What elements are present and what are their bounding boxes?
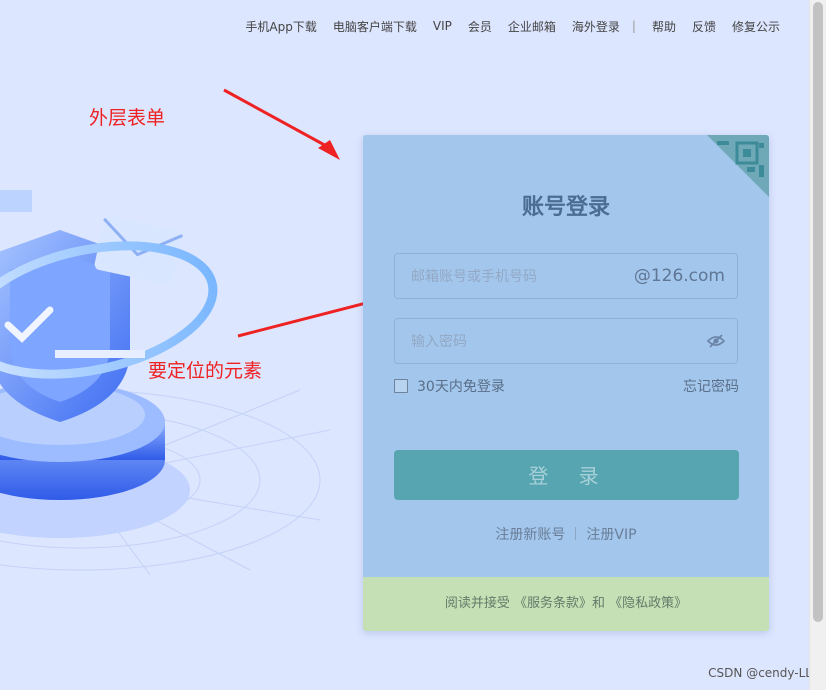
agreement-prefix: 阅读并接受	[444, 596, 510, 611]
nav-help[interactable]: 帮助	[652, 18, 676, 35]
password-field[interactable]	[394, 318, 738, 365]
remember-label: 30天内免登录	[417, 379, 505, 395]
email-input[interactable]	[409, 254, 643, 300]
annotation-outer-form: 外层表单	[89, 107, 166, 129]
register-account-link[interactable]: 注册新账号	[495, 527, 565, 543]
scrollbar-thumb[interactable]	[813, 2, 823, 622]
qr-code-icon[interactable]	[707, 135, 769, 197]
email-domain-suffix: @126.com	[633, 266, 725, 286]
register-links: 注册新账号 注册VIP	[363, 524, 769, 544]
nav-enterprise-mail[interactable]: 企业邮箱	[508, 18, 556, 35]
nav-overseas-login[interactable]: 海外登录	[572, 18, 620, 35]
nav-fix-notice[interactable]: 修复公示	[732, 18, 780, 35]
login-title: 账号登录	[521, 195, 610, 220]
nav-member[interactable]: 会员	[468, 18, 492, 35]
login-button[interactable]: 登 录	[394, 450, 739, 500]
vertical-scrollbar[interactable]	[809, 0, 826, 690]
csdn-watermark: CSDN @cendy-LL	[708, 666, 812, 680]
eye-off-icon[interactable]	[707, 333, 725, 349]
privacy-policy-link[interactable]: 《隐私政策》	[609, 596, 687, 611]
nav-app-download[interactable]: 手机App下载	[245, 18, 316, 35]
register-divider	[575, 527, 577, 540]
nav-feedback[interactable]: 反馈	[692, 18, 716, 35]
remember-checkbox[interactable]	[394, 379, 408, 393]
nav-vip[interactable]: VIP	[433, 19, 452, 33]
terms-of-service-link[interactable]: 《服务条款》	[514, 596, 592, 611]
annotation-target-element: 要定位的元素	[148, 360, 263, 382]
email-field[interactable]: @126.com	[394, 253, 738, 300]
nav-separator: |	[631, 19, 636, 33]
register-vip-link[interactable]: 注册VIP	[586, 527, 636, 543]
outer-form-login-panel: 账号登录 @126.com 30天内免登录 忘记密码 登 录 注册新账号 注册VI…	[363, 135, 769, 631]
agreement-bar: 阅读并接受 《服务条款》和 《隐私政策》	[363, 577, 769, 631]
forgot-password-link[interactable]: 忘记密码	[683, 376, 739, 396]
nav-desktop-client[interactable]: 电脑客户端下载	[333, 18, 417, 35]
agreement-and: 和	[592, 596, 606, 611]
remember-login[interactable]: 30天内免登录	[394, 376, 505, 396]
top-navigation: 手机App下载 电脑客户端下载 VIP 会员 企业邮箱 海外登录 | 帮助 反馈…	[229, 16, 780, 36]
password-input[interactable]	[409, 319, 643, 365]
